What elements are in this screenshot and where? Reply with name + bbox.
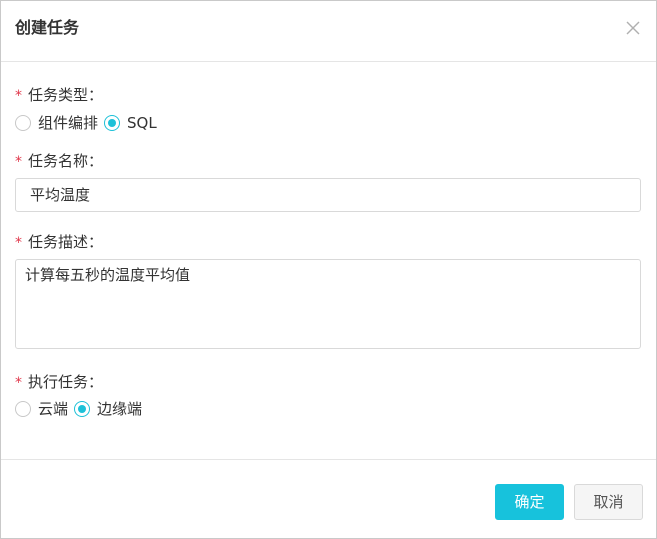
close-icon [626,21,640,35]
required-mark: * [15,235,22,251]
task-desc-label-text: 任务描述： [28,233,104,251]
task-type-label-text: 任务类型： [28,86,104,104]
task-type-label: * 任务类型： [15,85,103,106]
radio-label-edge: 边缘端 [97,400,143,418]
task-type-radio-group: 组件编排 SQL [15,113,163,133]
required-mark: * [15,375,22,391]
radio-label-sql: SQL [127,114,157,132]
exec-target-label-text: 执行任务： [28,373,104,391]
task-desc-label: * 任务描述： [15,232,103,253]
radio-option-edge[interactable]: 边缘端 [74,399,142,419]
radio-option-cloud[interactable]: 云端 [15,399,68,419]
dialog-header: 创建任务 [1,1,656,62]
radio-label-component: 组件编排 [38,114,99,132]
radio-unchecked-icon[interactable] [15,115,31,131]
radio-unchecked-icon[interactable] [15,401,31,417]
exec-target-label: * 执行任务： [15,372,103,393]
create-task-dialog: 创建任务 * 任务类型： 组件编排 SQL * 任务名称： 平均温度 * 任务描述： … [0,0,657,539]
required-mark: * [15,88,22,104]
exec-target-radio-group: 云端 边缘端 [15,399,148,419]
radio-label-cloud: 云端 [38,400,69,418]
radio-checked-icon[interactable] [74,401,91,417]
task-name-label: * 任务名称： [15,151,103,172]
dialog-footer: 确定 取消 [1,459,656,538]
confirm-button[interactable]: 确定 [495,484,564,520]
task-name-input[interactable]: 平均温度 [15,178,641,212]
dialog-title: 创建任务 [15,18,80,37]
radio-option-sql[interactable]: SQL [104,113,157,133]
radio-option-component[interactable]: 组件编排 [15,113,98,133]
task-desc-textarea[interactable]: 计算每五秒的温度平均值 [15,259,641,349]
required-mark: * [15,154,22,170]
radio-checked-icon[interactable] [104,115,121,131]
close-button[interactable] [624,19,642,37]
task-name-label-text: 任务名称： [28,152,104,170]
cancel-button[interactable]: 取消 [574,484,643,520]
